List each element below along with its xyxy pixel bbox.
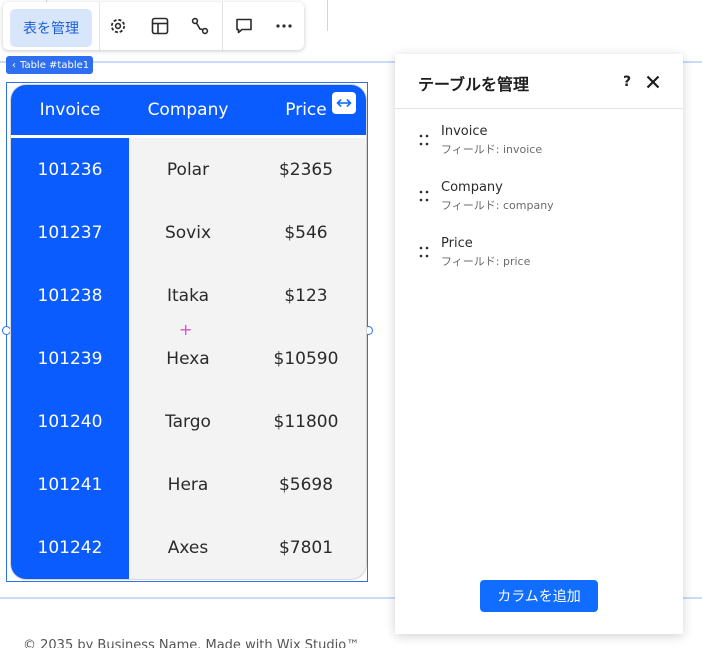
cell-price: $11800 [273, 411, 339, 432]
column-field: フィールド: company [441, 199, 554, 212]
table-row[interactable]: 101242 Axes $7801 [11, 516, 366, 579]
column-header-invoice[interactable]: Invoice [11, 85, 129, 135]
table-row[interactable]: 101238 Itaka $123 [11, 264, 366, 327]
horizontal-arrows-icon [336, 98, 352, 108]
table-header-row: Invoice Company Price [11, 85, 366, 135]
stretch-width-button[interactable] [332, 92, 356, 114]
cell-invoice: 101237 [37, 222, 103, 243]
gear-icon[interactable] [106, 14, 130, 38]
add-element-plus-icon[interactable]: + [179, 320, 192, 339]
cell-invoice: 101240 [37, 411, 103, 432]
manage-table-panel: テーブルを管理 ? Invoice フィールド: invoice Company… [395, 54, 683, 634]
layout-icon[interactable] [148, 14, 172, 38]
column-field: フィールド: price [441, 255, 531, 268]
chevron-left-icon: ‹ [12, 59, 16, 71]
column-name: Company [441, 180, 503, 195]
cell-company: Polar [166, 159, 210, 180]
page-guide-line [327, 0, 328, 31]
comment-icon[interactable] [232, 14, 256, 38]
column-field: フィールド: invoice [441, 143, 543, 156]
cell-invoice: 101238 [37, 285, 103, 306]
element-toolbar: 表を管理 [3, 2, 304, 50]
column-list-item[interactable]: Invoice フィールド: invoice [417, 124, 667, 164]
table-row[interactable]: 101241 Hera $5698 [11, 453, 366, 516]
resize-handle-left[interactable] [2, 326, 11, 335]
panel-divider [395, 108, 683, 109]
column-name: Invoice [441, 124, 488, 139]
table-row[interactable]: 101236 Polar $2365 [11, 138, 366, 201]
table-row[interactable]: 101240 Targo $11800 [11, 390, 366, 453]
cell-price: $123 [284, 285, 328, 306]
cell-company: Targo [165, 411, 211, 432]
footer-copyright: © 2035 by Business Name. Made with Wix S… [23, 638, 360, 648]
element-breadcrumb-tag[interactable]: ‹ Table #table1 [6, 56, 93, 74]
element-tag-label: Table #table1 [20, 59, 90, 71]
drag-handle-icon[interactable] [419, 189, 429, 203]
cell-company: Itaka [166, 285, 210, 306]
connect-data-icon[interactable] [188, 14, 212, 38]
drag-handle-icon[interactable] [419, 245, 429, 259]
column-name: Price [441, 236, 473, 251]
cell-invoice: 101241 [37, 474, 103, 495]
cell-company: Hera [167, 474, 209, 495]
drag-handle-icon[interactable] [419, 133, 429, 147]
table-row[interactable]: 101237 Sovix $546 [11, 201, 366, 264]
close-icon[interactable] [644, 73, 662, 91]
manage-table-button[interactable]: 表を管理 [10, 9, 92, 47]
more-icon[interactable] [272, 14, 296, 38]
cell-price: $2365 [278, 159, 334, 180]
cell-invoice: 101239 [37, 348, 103, 369]
cell-company: Axes [167, 537, 209, 558]
cell-price: $7801 [278, 537, 334, 558]
help-icon[interactable]: ? [619, 72, 635, 92]
cell-company: Sovix [164, 222, 212, 243]
cell-price: $546 [284, 222, 328, 243]
column-list-item[interactable]: Company フィールド: company [417, 180, 667, 220]
column-header-company[interactable]: Company [129, 85, 247, 135]
cell-invoice: 101236 [37, 159, 103, 180]
toolbar-separator [99, 2, 100, 50]
editor-canvas: 表を管理 ‹ Table #table1 Invoice Company Pri… [0, 0, 702, 648]
cell-invoice: 101242 [37, 537, 103, 558]
panel-title: テーブルを管理 [418, 75, 530, 94]
column-list-item[interactable]: Price フィールド: price [417, 236, 667, 276]
toolbar-separator [222, 2, 223, 50]
cell-price: $5698 [278, 474, 334, 495]
cell-price: $10590 [273, 348, 339, 369]
add-column-button[interactable]: カラムを追加 [480, 580, 598, 612]
